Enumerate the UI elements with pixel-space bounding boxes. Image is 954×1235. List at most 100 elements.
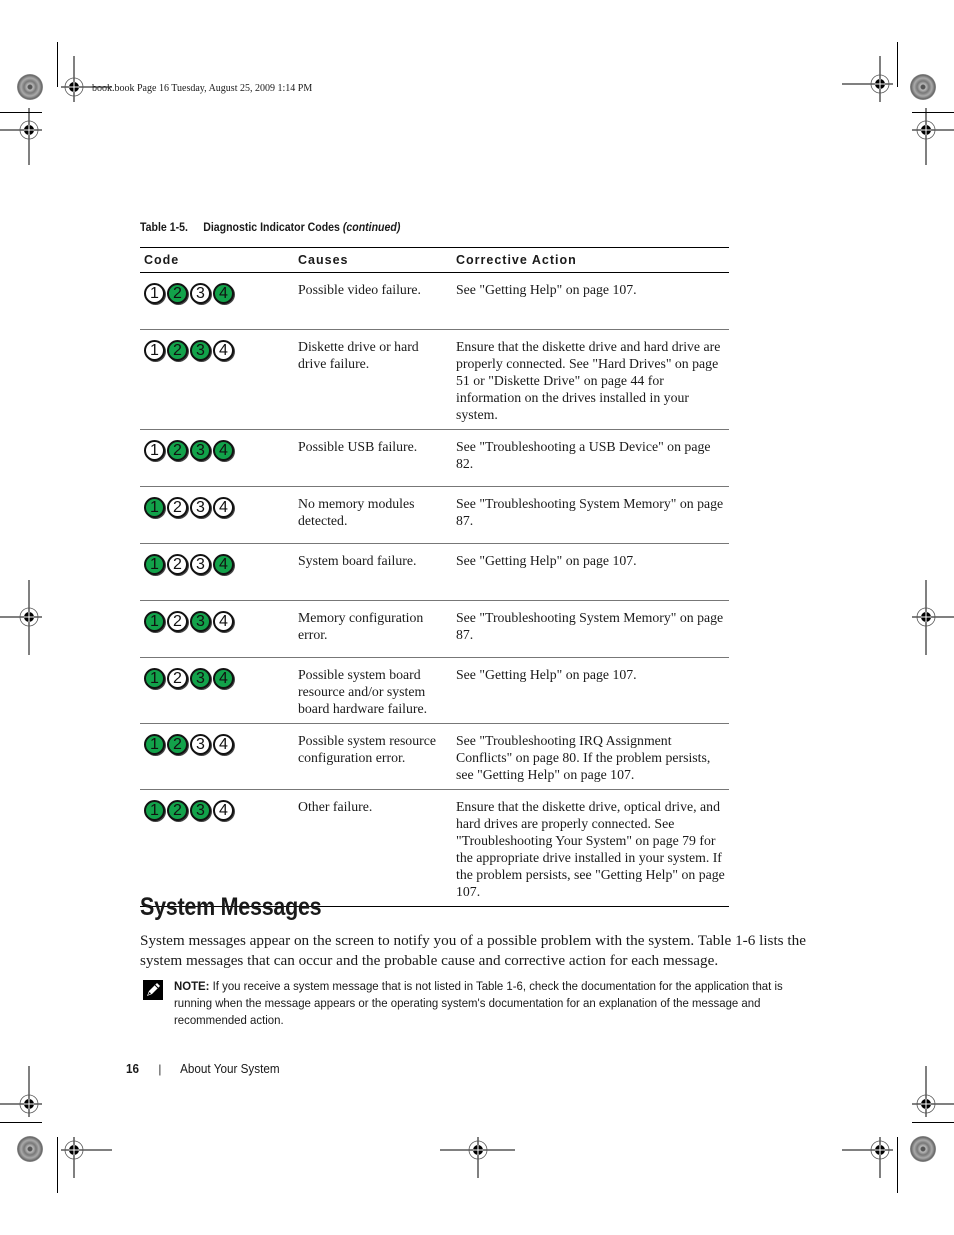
diagnostic-code-cell: 1234 xyxy=(140,272,294,330)
diagnostic-light-4-off-icon: 4 xyxy=(213,734,234,755)
diagnostic-light-1-off-icon: 1 xyxy=(144,440,165,461)
cause-cell: Memory configuration error. xyxy=(294,600,452,658)
page-number: 16 xyxy=(126,1061,140,1076)
chapter-title: About Your System xyxy=(180,1061,280,1076)
diagnostic-code-cell: 1234 xyxy=(140,329,294,430)
note-label: NOTE: xyxy=(174,979,210,993)
diagnostic-code-cell: 1234 xyxy=(140,429,294,487)
table-row: 1 2 3 4 Possible USB failure. See "Troublesho… xyxy=(140,429,729,487)
diagnostic-code-cell: 1234 xyxy=(140,657,294,724)
diagnostic-light-1-on-icon: 1 xyxy=(144,497,165,518)
diagnostic-light-pattern: 1234 xyxy=(144,497,290,518)
diagnostic-light-1-on-icon: 1 xyxy=(144,668,165,689)
diagnostic-light-2-on-icon: 2 xyxy=(167,340,188,361)
diagnostic-light-3-on-icon: 3 xyxy=(190,668,211,689)
diagnostic-light-2-on-icon: 2 xyxy=(167,283,188,304)
diagnostic-light-2-off-icon: 2 xyxy=(167,611,188,632)
diagnostic-light-pattern: 1234 xyxy=(144,800,290,821)
table-row: 1 2 3 4 Possible system board resource and/o… xyxy=(140,657,729,724)
cause-cell: Possible video failure. xyxy=(294,272,452,330)
column-header-corrective-action: Corrective Action xyxy=(452,247,729,273)
diagnostic-light-2-on-icon: 2 xyxy=(167,734,188,755)
diagnostic-light-2-on-icon: 2 xyxy=(167,440,188,461)
diagnostic-light-3-on-icon: 3 xyxy=(190,440,211,461)
corrective-action-cell: See "Getting Help" on page 107. xyxy=(452,272,729,330)
table-row: 1 2 3 4 Possible system resource configurati… xyxy=(140,723,729,790)
page-footer: 16 | About Your System xyxy=(126,1061,280,1076)
diagnostic-light-4-on-icon: 4 xyxy=(213,283,234,304)
corrective-action-cell: Ensure that the diskette drive and hard … xyxy=(452,329,729,430)
diagnostic-light-pattern: 1234 xyxy=(144,283,290,304)
diagnostic-light-4-on-icon: 4 xyxy=(213,440,234,461)
cause-cell: Possible system board resource and/or sy… xyxy=(294,657,452,724)
corrective-action-cell: See "Troubleshooting IRQ Assignment Conf… xyxy=(452,723,729,790)
cause-cell: System board failure. xyxy=(294,543,452,601)
diagnostic-light-2-off-icon: 2 xyxy=(167,668,188,689)
cause-cell: Possible USB failure. xyxy=(294,429,452,487)
diagnostic-light-pattern: 1234 xyxy=(144,340,290,361)
cause-cell: No memory modules detected. xyxy=(294,486,452,544)
diagnostic-light-pattern: 1234 xyxy=(144,668,290,689)
table-row: 1 2 3 4 Diskette drive or hard drive failure… xyxy=(140,329,729,430)
diagnostic-light-4-off-icon: 4 xyxy=(213,497,234,518)
diagnostic-codes-table: Code Causes Corrective Action 1 2 3 4 Possib… xyxy=(140,247,729,907)
diagnostic-light-pattern: 1234 xyxy=(144,611,290,632)
diagnostic-code-cell: 1234 xyxy=(140,600,294,658)
corrective-action-cell: See "Getting Help" on page 107. xyxy=(452,657,729,724)
diagnostic-light-3-off-icon: 3 xyxy=(190,734,211,755)
table-title: Diagnostic Indicator Codes xyxy=(203,220,340,234)
diagnostic-light-3-on-icon: 3 xyxy=(190,800,211,821)
diagnostic-code-cell: 1234 xyxy=(140,723,294,790)
corrective-action-cell: See "Troubleshooting System Memory" on p… xyxy=(452,600,729,658)
diagnostic-light-pattern: 1234 xyxy=(144,554,290,575)
table-number: Table 1-5. xyxy=(140,220,188,234)
footer-separator: | xyxy=(158,1062,162,1076)
corrective-action-cell: See "Troubleshooting System Memory" on p… xyxy=(452,486,729,544)
diagnostic-light-2-off-icon: 2 xyxy=(167,497,188,518)
diagnostic-code-cell: 1234 xyxy=(140,543,294,601)
diagnostic-light-1-on-icon: 1 xyxy=(144,800,165,821)
corrective-action-cell: See "Getting Help" on page 107. xyxy=(452,543,729,601)
diagnostic-light-3-on-icon: 3 xyxy=(190,340,211,361)
table-continued: (continued) xyxy=(342,220,401,234)
table-row: 1 2 3 4 Memory configuration error. See "Trou… xyxy=(140,600,729,658)
note-text: NOTE: If you receive a system message th… xyxy=(174,978,809,1029)
table-row: 1 2 3 4 System board failure. See "Getting He… xyxy=(140,543,729,601)
diagnostic-light-1-off-icon: 1 xyxy=(144,283,165,304)
column-header-code: Code xyxy=(140,247,294,273)
section-body-paragraph: System messages appear on the screen to … xyxy=(140,932,806,969)
corrective-action-cell: See "Troubleshooting a USB Device" on pa… xyxy=(452,429,729,487)
note-body: If you receive a system message that is … xyxy=(174,979,783,1027)
diagnostic-light-4-off-icon: 4 xyxy=(213,340,234,361)
diagnostic-light-4-off-icon: 4 xyxy=(213,611,234,632)
diagnostic-code-cell: 1234 xyxy=(140,789,294,907)
diagnostic-light-4-on-icon: 4 xyxy=(213,554,234,575)
diagnostic-light-3-on-icon: 3 xyxy=(190,611,211,632)
print-slug: book.book Page 16 Tuesday, August 25, 20… xyxy=(92,83,313,94)
diagnostic-light-3-off-icon: 3 xyxy=(190,554,211,575)
diagnostic-light-1-on-icon: 1 xyxy=(144,734,165,755)
diagnostic-code-cell: 1234 xyxy=(140,486,294,544)
diagnostic-light-3-off-icon: 3 xyxy=(190,497,211,518)
diagnostic-light-1-on-icon: 1 xyxy=(144,611,165,632)
column-header-causes: Causes xyxy=(294,247,452,273)
diagnostic-light-3-off-icon: 3 xyxy=(190,283,211,304)
pencil-note-icon xyxy=(143,980,163,1000)
table-caption: Table 1-5. Diagnostic Indicator Codes (c… xyxy=(140,220,400,234)
cause-cell: Possible system resource configuration e… xyxy=(294,723,452,790)
section-heading: System Messages xyxy=(140,893,322,921)
table-header-row: Code Causes Corrective Action xyxy=(140,247,729,273)
diagnostic-light-1-on-icon: 1 xyxy=(144,554,165,575)
diagnostic-light-1-off-icon: 1 xyxy=(144,340,165,361)
table-row: 1 2 3 4 Other failure. Ensure that the disket… xyxy=(140,789,729,907)
corrective-action-cell: Ensure that the diskette drive, optical … xyxy=(452,789,729,907)
diagnostic-light-2-off-icon: 2 xyxy=(167,554,188,575)
diagnostic-light-pattern: 1234 xyxy=(144,440,290,461)
table-row: 1 2 3 4 Possible video failure. See "Getting … xyxy=(140,272,729,330)
cause-cell: Other failure. xyxy=(294,789,452,907)
diagnostic-light-2-on-icon: 2 xyxy=(167,800,188,821)
table-row: 1 2 3 4 No memory modules detected. See "Trou… xyxy=(140,486,729,544)
cause-cell: Diskette drive or hard drive failure. xyxy=(294,329,452,430)
diagnostic-light-4-off-icon: 4 xyxy=(213,800,234,821)
diagnostic-light-pattern: 1234 xyxy=(144,734,290,755)
